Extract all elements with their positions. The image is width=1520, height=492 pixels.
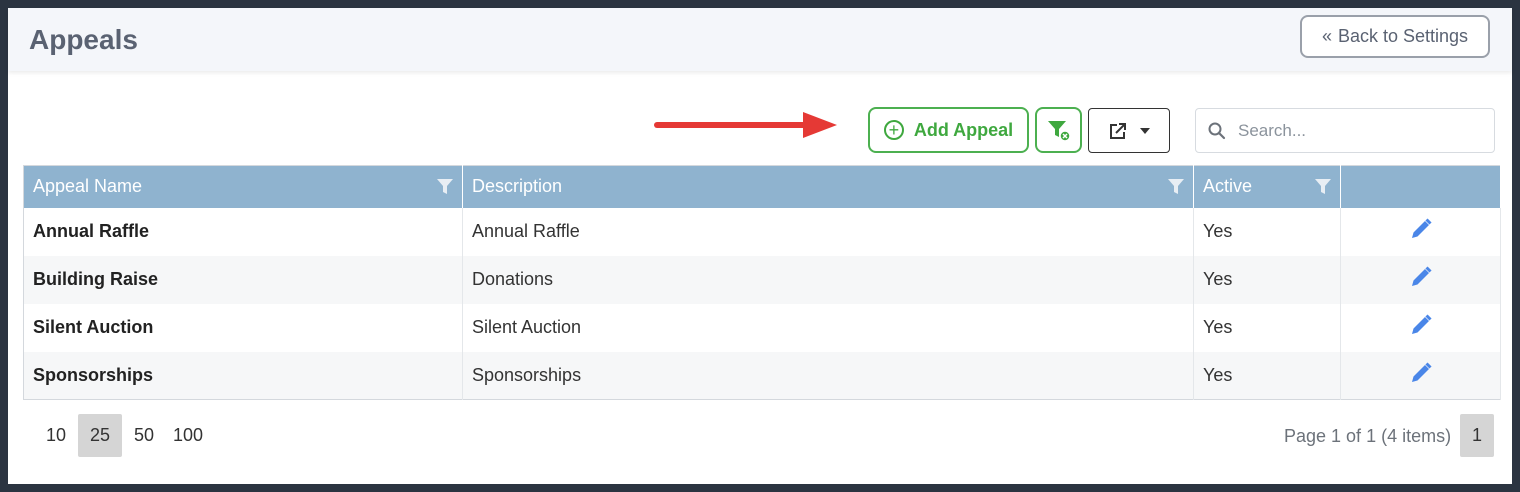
page-size-100[interactable]: 100 bbox=[166, 414, 210, 457]
appeal-name-cell: Sponsorships bbox=[23, 351, 463, 400]
caret-down-icon bbox=[1140, 127, 1150, 134]
page-size-25[interactable]: 25 bbox=[78, 414, 122, 457]
column-header-appeal-name[interactable]: Appeal Name bbox=[23, 165, 463, 208]
page-info: Page 1 of 1 (4 items) bbox=[1284, 426, 1452, 446]
column-header-description[interactable]: Description bbox=[462, 165, 1194, 208]
active-cell: Yes bbox=[1193, 207, 1341, 256]
description-cell: Donations bbox=[462, 255, 1194, 304]
search-input[interactable] bbox=[1236, 119, 1480, 142]
column-header-active[interactable]: Active bbox=[1193, 165, 1341, 208]
filter-icon[interactable] bbox=[1314, 178, 1332, 196]
pencil-icon[interactable] bbox=[1409, 265, 1433, 289]
export-dropdown-button[interactable] bbox=[1088, 108, 1170, 153]
search-icon bbox=[1208, 122, 1226, 139]
filter-clear-icon bbox=[1047, 121, 1071, 142]
edit-cell bbox=[1340, 351, 1501, 400]
pencil-icon[interactable] bbox=[1409, 313, 1433, 337]
active-cell: Yes bbox=[1193, 351, 1341, 400]
table-row: Building Raise Donations Yes bbox=[23, 255, 1501, 304]
appeals-table: Appeal Name Description Active Annual Ra… bbox=[23, 165, 1501, 400]
description-cell: Silent Auction bbox=[462, 303, 1194, 352]
column-header-actions bbox=[1340, 165, 1501, 208]
page-size-50[interactable]: 50 bbox=[122, 414, 166, 457]
page-button-1[interactable]: 1 bbox=[1460, 414, 1494, 457]
pencil-icon[interactable] bbox=[1409, 361, 1433, 385]
table-row: Sponsorships Sponsorships Yes bbox=[23, 351, 1501, 400]
table-row: Silent Auction Silent Auction Yes bbox=[23, 303, 1501, 352]
appeal-name-cell: Silent Auction bbox=[23, 303, 463, 352]
appeal-name-cell: Annual Raffle bbox=[23, 207, 463, 256]
back-to-settings-button[interactable]: « Back to Settings bbox=[1300, 15, 1490, 58]
page-size-10[interactable]: 10 bbox=[34, 414, 78, 457]
active-cell: Yes bbox=[1193, 303, 1341, 352]
column-label: Description bbox=[472, 176, 563, 197]
description-cell: Sponsorships bbox=[462, 351, 1194, 400]
pencil-icon[interactable] bbox=[1409, 217, 1433, 241]
edit-cell bbox=[1340, 207, 1501, 256]
active-cell: Yes bbox=[1193, 255, 1341, 304]
description-cell: Annual Raffle bbox=[462, 207, 1194, 256]
page-title: Appeals bbox=[29, 24, 138, 55]
table-header-row: Appeal Name Description Active bbox=[23, 165, 1501, 208]
appeal-name-cell: Building Raise bbox=[23, 255, 463, 304]
edit-cell bbox=[1340, 303, 1501, 352]
column-label: Active bbox=[1203, 176, 1253, 197]
search-box[interactable] bbox=[1195, 108, 1495, 153]
back-to-settings-label: Back to Settings bbox=[1337, 26, 1469, 46]
page-size-selector: 10 25 50 100 bbox=[34, 414, 210, 457]
table-row: Annual Raffle Annual Raffle Yes bbox=[23, 207, 1501, 256]
filter-icon[interactable] bbox=[1167, 178, 1185, 196]
add-appeal-label: Add Appeal bbox=[913, 119, 1014, 140]
column-label: Appeal Name bbox=[33, 176, 143, 197]
add-appeal-button[interactable]: + Add Appeal bbox=[868, 107, 1029, 153]
export-icon bbox=[1110, 122, 1126, 139]
double-chevron-left-icon: « bbox=[1321, 26, 1332, 46]
page-header: Appeals « Back to Settings bbox=[8, 8, 1512, 71]
clear-filter-button[interactable] bbox=[1035, 107, 1082, 153]
annotation-arrow bbox=[654, 112, 837, 138]
edit-cell bbox=[1340, 255, 1501, 304]
filter-icon[interactable] bbox=[436, 178, 454, 196]
plus-circle-icon: + bbox=[883, 120, 904, 140]
app-frame: Appeals « Back to Settings + Add Appeal bbox=[8, 8, 1512, 484]
